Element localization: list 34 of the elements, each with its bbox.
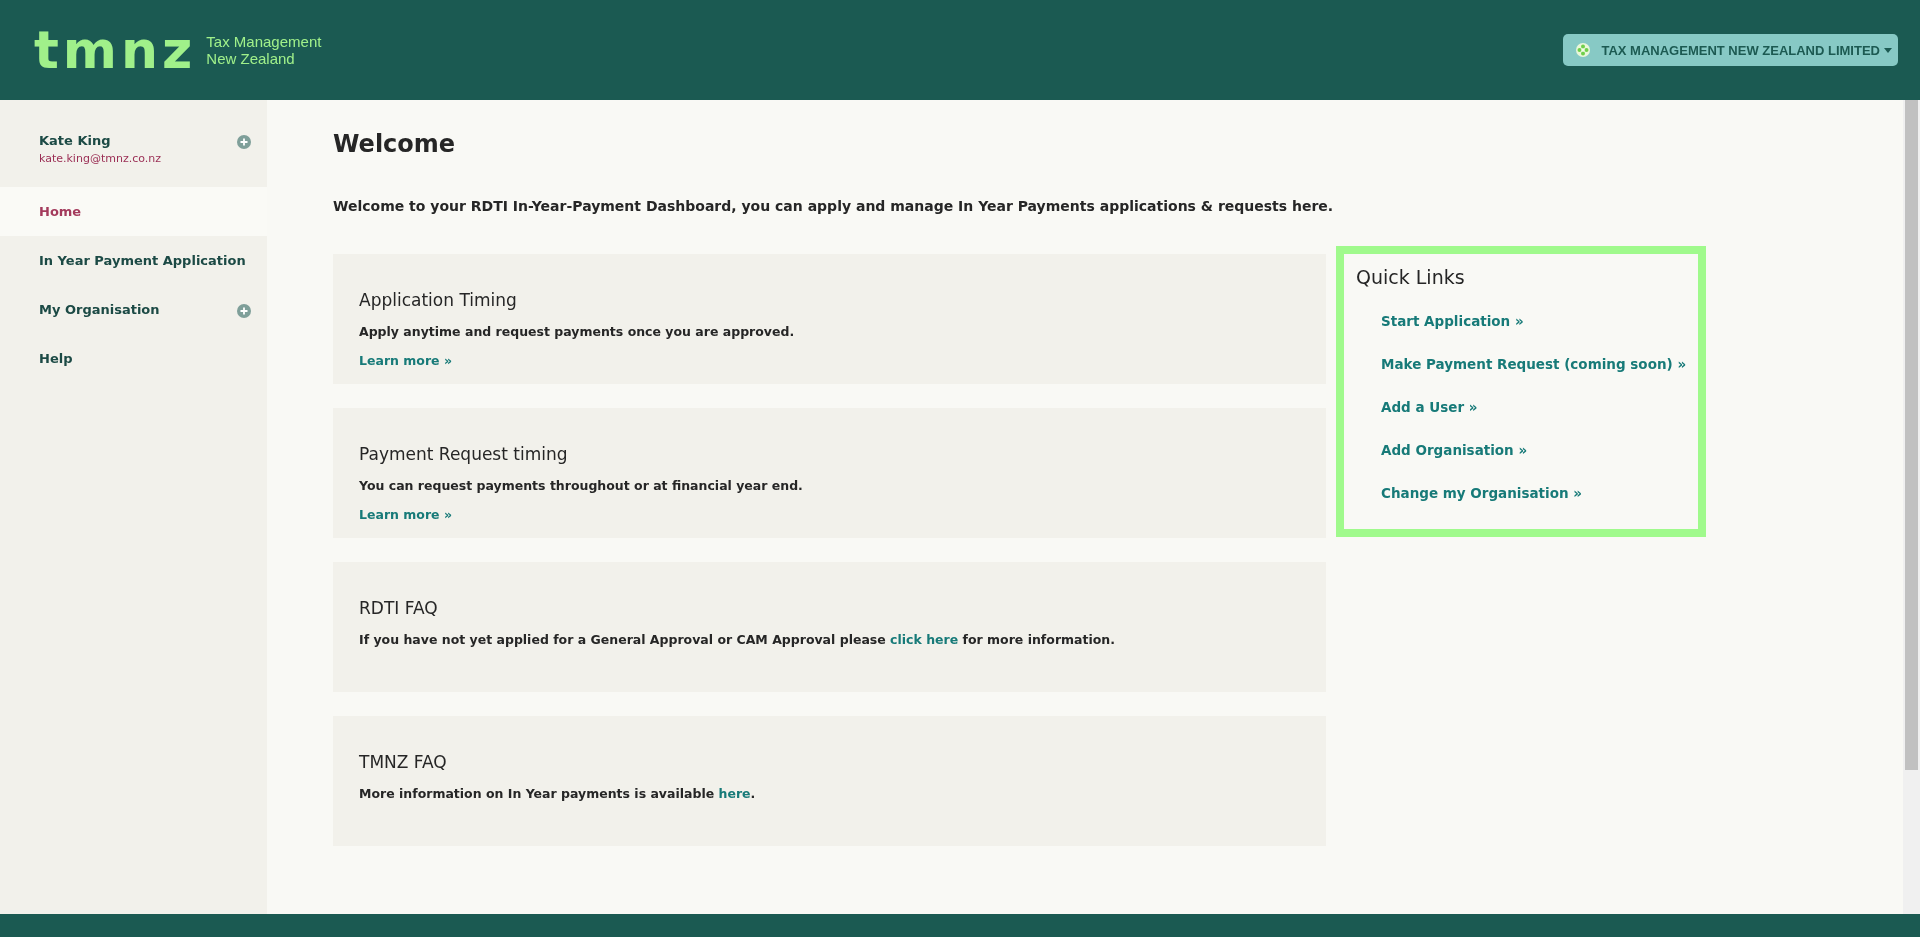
quick-link[interactable]: Add Organisation » <box>1356 429 1698 472</box>
organisation-dropdown[interactable]: TAX MANAGEMENT NEW ZEALAND LIMITED <box>1563 34 1898 66</box>
card-title: TMNZ FAQ <box>359 752 448 772</box>
user-name: Kate King <box>39 133 112 148</box>
quick-links-title: Quick Links <box>1356 266 1466 288</box>
user-email: kate.king@tmnz.co.nz <box>39 152 161 165</box>
sidebar-nav-item[interactable]: Home <box>39 204 82 219</box>
inline-link[interactable]: click here <box>890 632 959 647</box>
card-text: You can request payments throughout or at financial year end. <box>359 478 804 493</box>
card-title: Application Timing <box>359 290 518 310</box>
intro-text: Welcome to your RDTI In-Year-Payment Dashboard, you can apply and manage In Year Payments applications & requests here. <box>333 198 1335 214</box>
scrollbar[interactable] <box>1903 100 1920 914</box>
quick-link[interactable]: Add a User » <box>1356 386 1698 429</box>
sidebar-nav-item[interactable]: My Organisation <box>39 302 160 317</box>
quick-link[interactable]: Change my Organisation » <box>1356 472 1698 515</box>
quick-link[interactable]: Start Application » <box>1356 300 1698 343</box>
caret-icon <box>1884 47 1892 53</box>
quick-link[interactable]: Make Payment Request (coming soon) » <box>1356 343 1698 386</box>
sidebar-nav-item[interactable]: Help <box>39 351 73 366</box>
expand-icon[interactable] <box>237 303 251 318</box>
inline-link[interactable]: here <box>718 786 751 801</box>
logo-wordmark: tmnz <box>34 24 197 76</box>
logo-subtitle: Tax Management New Zealand <box>206 33 322 67</box>
card-title: Payment Request timing <box>359 444 569 464</box>
page-title: Welcome <box>333 130 457 158</box>
card-text: If you have not yet applied for a General Approval or CAM Approval please click here for more information. <box>359 632 1117 647</box>
sidebar-nav-item[interactable]: In Year Payment Application <box>39 253 246 268</box>
card-title: RDTI FAQ <box>359 598 439 618</box>
learn-more-link[interactable]: Learn more » <box>359 507 1300 522</box>
card-text: More information on In Year payments is available here. <box>359 786 757 801</box>
learn-more-link[interactable]: Learn more » <box>359 353 1300 368</box>
card-text: Apply anytime and request payments once you are approved. <box>359 324 796 339</box>
expand-icon[interactable] <box>237 135 251 149</box>
flower-icon <box>1575 42 1592 58</box>
